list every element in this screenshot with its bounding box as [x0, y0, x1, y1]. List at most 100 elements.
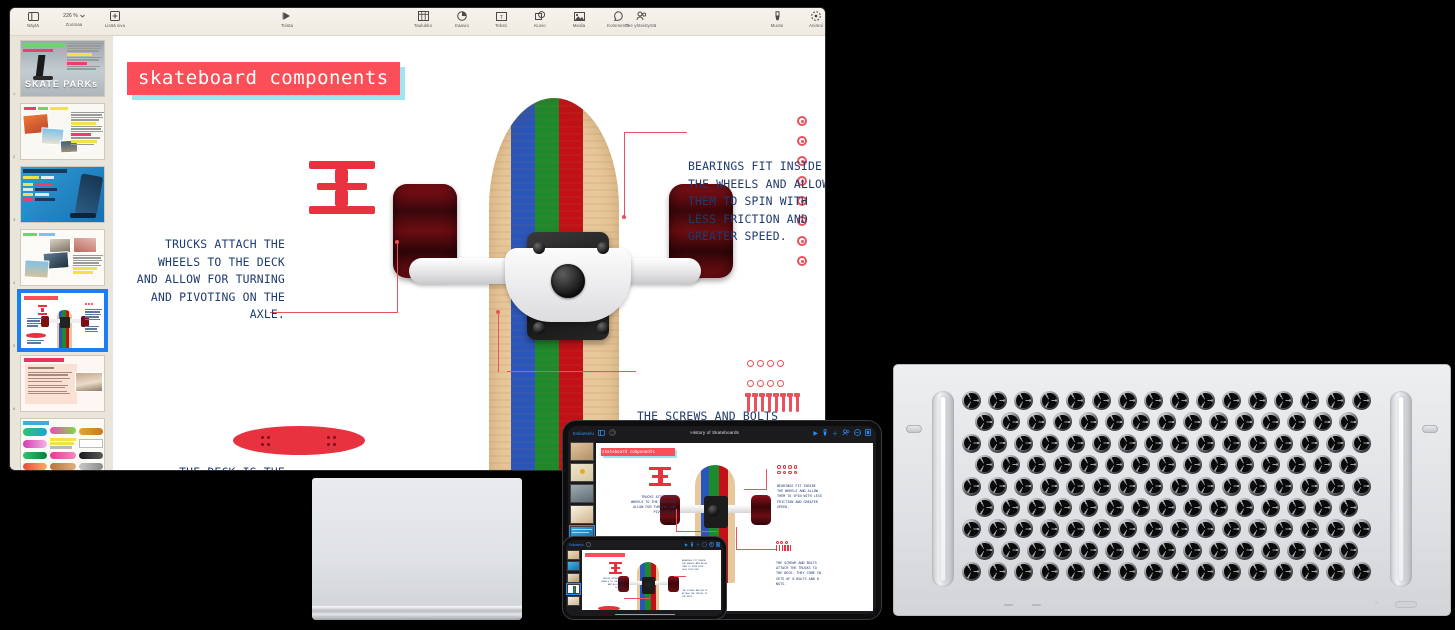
- thumbnail-7[interactable]: 7: [13, 418, 107, 470]
- view-button[interactable]: Näytä: [18, 10, 48, 28]
- play-label: Toista: [280, 23, 294, 28]
- iphone-thumbnail-3[interactable]: [567, 572, 580, 583]
- thumbnail-4[interactable]: 4: [13, 229, 107, 286]
- grille-hole: [1066, 433, 1085, 453]
- mac-pro-vent-dash-1: [1004, 604, 1013, 606]
- format-button[interactable]: Muoto: [762, 10, 792, 28]
- ipad-back-button[interactable]: Esikatselu: [573, 431, 594, 436]
- format-brush-icon[interactable]: [690, 541, 694, 548]
- undo-icon[interactable]: [609, 429, 616, 438]
- ipad-thumbnail-3[interactable]: [570, 484, 594, 503]
- shape-button[interactable]: Kuvio: [525, 10, 555, 28]
- ipad-thumbnail-4[interactable]: [570, 505, 594, 524]
- grille-hole: [1235, 455, 1254, 475]
- sidebar-icon[interactable]: [597, 429, 605, 438]
- insert-icon[interactable]: ＋: [696, 542, 700, 548]
- format-brush-icon[interactable]: [822, 429, 828, 438]
- chart-button[interactable]: Kaavio: [447, 10, 477, 28]
- mac-pro-power-button[interactable]: [1395, 601, 1417, 608]
- collaborate-icon[interactable]: [709, 541, 714, 548]
- iphone-main: TRUCKS ATTACH THE WHEELS TO THE DECK AND…: [566, 549, 723, 613]
- insert-icon[interactable]: ＋: [832, 429, 838, 438]
- grille-hole: [1170, 391, 1189, 410]
- grille-hole: [975, 498, 994, 517]
- grille-hole: [1209, 412, 1228, 432]
- iphone-thumbnail-2[interactable]: [567, 561, 580, 572]
- thumbnail-6[interactable]: 6: [13, 355, 107, 412]
- grille-hole: [1079, 498, 1098, 517]
- grille-hole: [1196, 562, 1215, 582]
- play-icon[interactable]: ▶: [685, 542, 688, 547]
- thumbnail-5[interactable]: 5: [13, 289, 108, 352]
- document-icon[interactable]: [716, 541, 721, 548]
- bolt-bottom-left: [533, 322, 545, 334]
- grille-hole: [1014, 391, 1033, 410]
- iphone-thumbnail-1[interactable]: [567, 550, 580, 560]
- grille-hole: [1027, 498, 1046, 517]
- grille-hole: [1040, 433, 1059, 453]
- page-thumbnails-sidebar[interactable]: SKATE PARKs 1 2 3 4 5 6: [10, 36, 113, 470]
- grille-hole: [1352, 476, 1371, 496]
- animate-icon[interactable]: [702, 541, 707, 548]
- thumbnail-number-6: 6: [13, 406, 16, 411]
- grille-hole: [1079, 455, 1098, 475]
- grille-hole: [1131, 540, 1150, 560]
- document-canvas[interactable]: skateboard components TRUCKS ATTACH THE …: [113, 36, 825, 470]
- play-button[interactable]: Toista: [272, 10, 302, 28]
- animate-button[interactable]: Animoi: [801, 10, 825, 28]
- ipad-thumbnail-2[interactable]: [570, 463, 594, 482]
- zoom-control[interactable]: 226 % Zoomaa: [57, 10, 91, 28]
- grille-hole: [1092, 433, 1111, 453]
- text-button[interactable]: T Teksti: [486, 10, 516, 28]
- iphone-device: Esikatselu ▶ ＋ TRUCKS ATTACH THE WHEELS …: [563, 537, 726, 619]
- iphone-thumbnails[interactable]: [566, 549, 582, 613]
- iphone-thumbnail-4[interactable]: [566, 583, 581, 596]
- table-button[interactable]: Taulukko: [408, 10, 438, 28]
- grille-hole: [1014, 562, 1033, 582]
- grille-hole: [1222, 433, 1241, 453]
- iphone-document-page[interactable]: TRUCKS ATTACH THE WHEELS TO THE DECK AND…: [582, 550, 721, 610]
- thumbnail-2[interactable]: 2: [13, 103, 107, 160]
- ipad-document-title: History of Skateboards: [690, 431, 739, 436]
- grille-hole: [1326, 519, 1345, 539]
- ipad-thumbnail-1[interactable]: [570, 442, 594, 461]
- collaborate-button[interactable]: Tee yhteistyötä: [615, 10, 667, 28]
- animate-icon: [810, 10, 823, 22]
- grille-hole: [1274, 562, 1293, 582]
- grille-hole: [988, 519, 1007, 539]
- grille-hole: [1118, 476, 1137, 496]
- thumbnail-3[interactable]: 3: [13, 166, 107, 223]
- more-icon[interactable]: [854, 429, 861, 438]
- grille-hole: [988, 391, 1007, 410]
- mac-pro-latch-right[interactable]: [1422, 425, 1438, 433]
- pages-window: Näytä 226 % Zoomaa Lisää sivu Toista Tau…: [10, 8, 825, 470]
- grille-hole: [1157, 540, 1176, 560]
- document-icon[interactable]: [865, 429, 871, 438]
- grille-hole: [962, 433, 981, 453]
- more-icon[interactable]: [585, 541, 591, 548]
- media-button[interactable]: Media: [564, 10, 594, 28]
- add-page-button[interactable]: Lisää sivu: [100, 10, 130, 28]
- grille-hole: [1287, 498, 1306, 517]
- grille-hole: [1040, 476, 1059, 496]
- annotation-trucks: TRUCKS ATTACH THE WHEELS TO THE DECK AND…: [136, 237, 285, 321]
- grille-hole: [1105, 498, 1124, 517]
- grille-hole: [1287, 540, 1306, 560]
- thumbnail-1[interactable]: SKATE PARKs 1: [13, 40, 107, 97]
- iphone-back-button[interactable]: Esikatselu: [569, 543, 584, 547]
- document-body: SKATE PARKs 1 2 3 4 5 6 skateboard compo…: [10, 36, 825, 470]
- grille-hole: [1339, 412, 1358, 432]
- zoom-label: Zoomaa: [65, 22, 83, 27]
- grille-hole: [1287, 412, 1306, 432]
- media-label: Media: [572, 23, 586, 28]
- text-box-icon: T: [495, 10, 508, 22]
- collaborate-icon[interactable]: [842, 429, 850, 438]
- grille-hole: [1027, 540, 1046, 560]
- grille-hole: [1261, 412, 1280, 432]
- leader-screws-h: [507, 371, 636, 373]
- view-label: Näytä: [27, 23, 39, 28]
- mac-pro-latch-left[interactable]: [906, 425, 922, 433]
- play-icon[interactable]: ▶: [813, 430, 818, 437]
- iphone-thumbnail-5[interactable]: [567, 595, 580, 606]
- view-sidebar-icon: [27, 10, 40, 22]
